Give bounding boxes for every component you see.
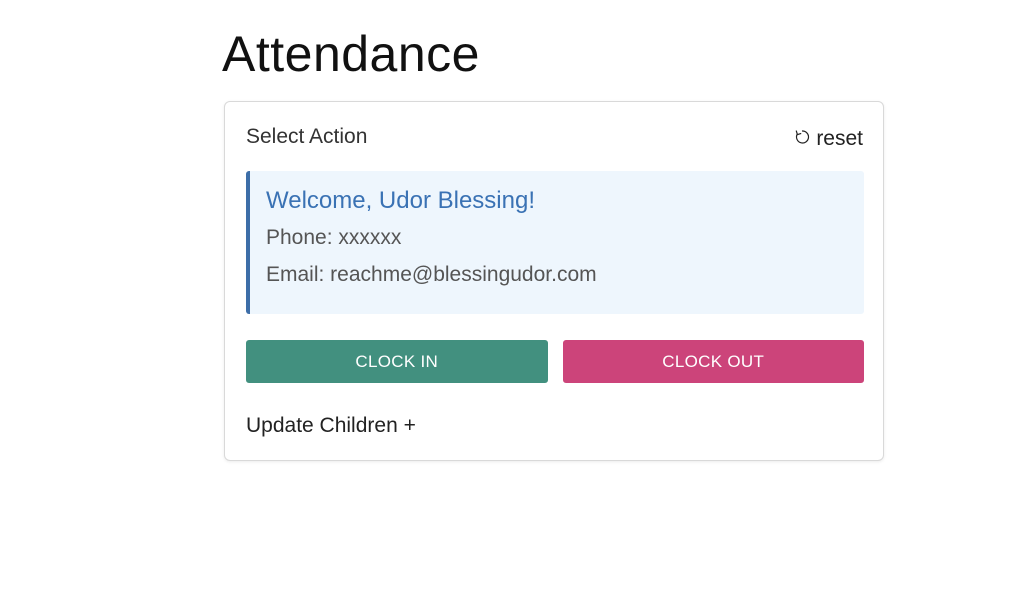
action-buttons: CLOCK IN CLOCK OUT (246, 340, 864, 383)
select-action-label: Select Action (246, 125, 368, 148)
reset-icon (793, 128, 811, 146)
attendance-card: Select Action reset Welcome, Udor Blessi… (224, 101, 884, 461)
welcome-info-box: Welcome, Udor Blessing! Phone: xxxxxx Em… (246, 171, 864, 314)
phone-text: Phone: xxxxxx (266, 226, 402, 249)
attendance-page: Attendance Select Action reset Welcome, … (0, 0, 1024, 606)
reset-label: reset (816, 127, 863, 150)
welcome-message: Welcome, Udor Blessing! (266, 187, 535, 214)
clock-out-button[interactable]: CLOCK OUT (562, 340, 864, 383)
card-header: Select Action reset (246, 124, 863, 154)
email-text: Email: reachme@blessingudor.com (266, 263, 597, 286)
page-title: Attendance (222, 26, 480, 82)
clock-in-button[interactable]: CLOCK IN (246, 340, 548, 383)
reset-button[interactable]: reset (793, 126, 863, 152)
update-children-link[interactable]: Update Children + (246, 412, 416, 440)
